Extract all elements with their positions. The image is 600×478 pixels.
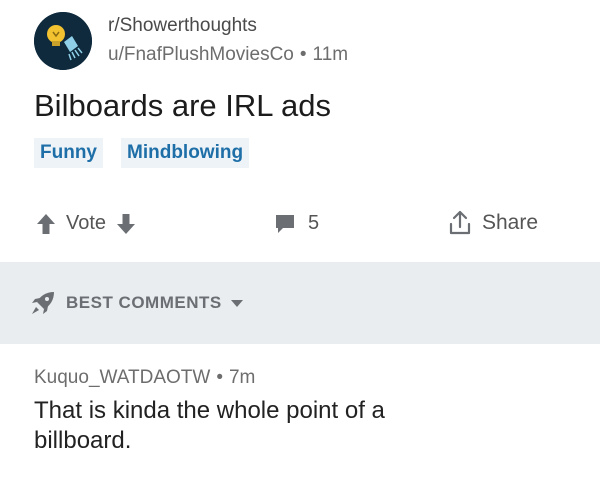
comments-button[interactable]: 5	[274, 212, 319, 235]
comment-age: 7m	[228, 367, 256, 388]
flair-funny[interactable]: Funny	[34, 138, 103, 168]
meta-separator: •	[299, 44, 307, 65]
post-age: 11m	[312, 44, 349, 65]
subreddit-avatar[interactable]	[34, 12, 92, 70]
shower-lightbulb-icon	[34, 12, 92, 70]
arrow-up-icon[interactable]	[36, 213, 56, 235]
post-meta: r/Showerthoughts u/FnafPlushMoviesCo • 11m	[108, 14, 348, 67]
comment-count: 5	[308, 212, 320, 234]
sort-label: BEST COMMENTS	[66, 293, 222, 312]
arrow-down-icon[interactable]	[116, 213, 136, 235]
share-label: Share	[482, 211, 539, 234]
post-byline: u/FnafPlushMoviesCo • 11m	[108, 43, 348, 67]
post-title[interactable]: Bilboards are IRL ads	[34, 86, 331, 126]
share-icon	[449, 210, 471, 235]
subreddit-name[interactable]: r/Showerthoughts	[108, 14, 348, 38]
caret-down-icon	[230, 300, 243, 307]
share-button[interactable]: Share	[448, 210, 538, 236]
comment-body: That is kinda the whole point of a billb…	[34, 397, 385, 454]
post-actions: Vote 5 Share	[0, 200, 600, 256]
sort-dropdown[interactable]: BEST COMMENTS	[30, 290, 244, 316]
comment-author[interactable]: Kuquo_WATDAOTW	[34, 367, 210, 388]
comment-item: Kuquo_WATDAOTW • 7m That is kinda the whol…	[34, 366, 574, 456]
post-header: r/Showerthoughts u/FnafPlushMoviesCo • 11m	[0, 0, 600, 88]
vote-label: Vote	[66, 212, 107, 234]
post-author[interactable]: u/FnafPlushMoviesCo	[108, 44, 294, 65]
comment-bubble-icon	[276, 214, 294, 233]
flair-mindblowing[interactable]: Mindblowing	[121, 138, 250, 168]
post-page: r/Showerthoughts u/FnafPlushMoviesCo • 11m…	[0, 0, 600, 478]
rocket-icon	[32, 292, 54, 314]
flair-list: Funny Mindblowing	[34, 138, 250, 168]
vote-control: Vote	[36, 212, 136, 235]
comment-meta: Kuquo_WATDAOTW • 7m	[34, 366, 574, 390]
comment-meta-separator: •	[216, 367, 223, 388]
comment-sort-bar: BEST COMMENTS	[0, 262, 600, 344]
